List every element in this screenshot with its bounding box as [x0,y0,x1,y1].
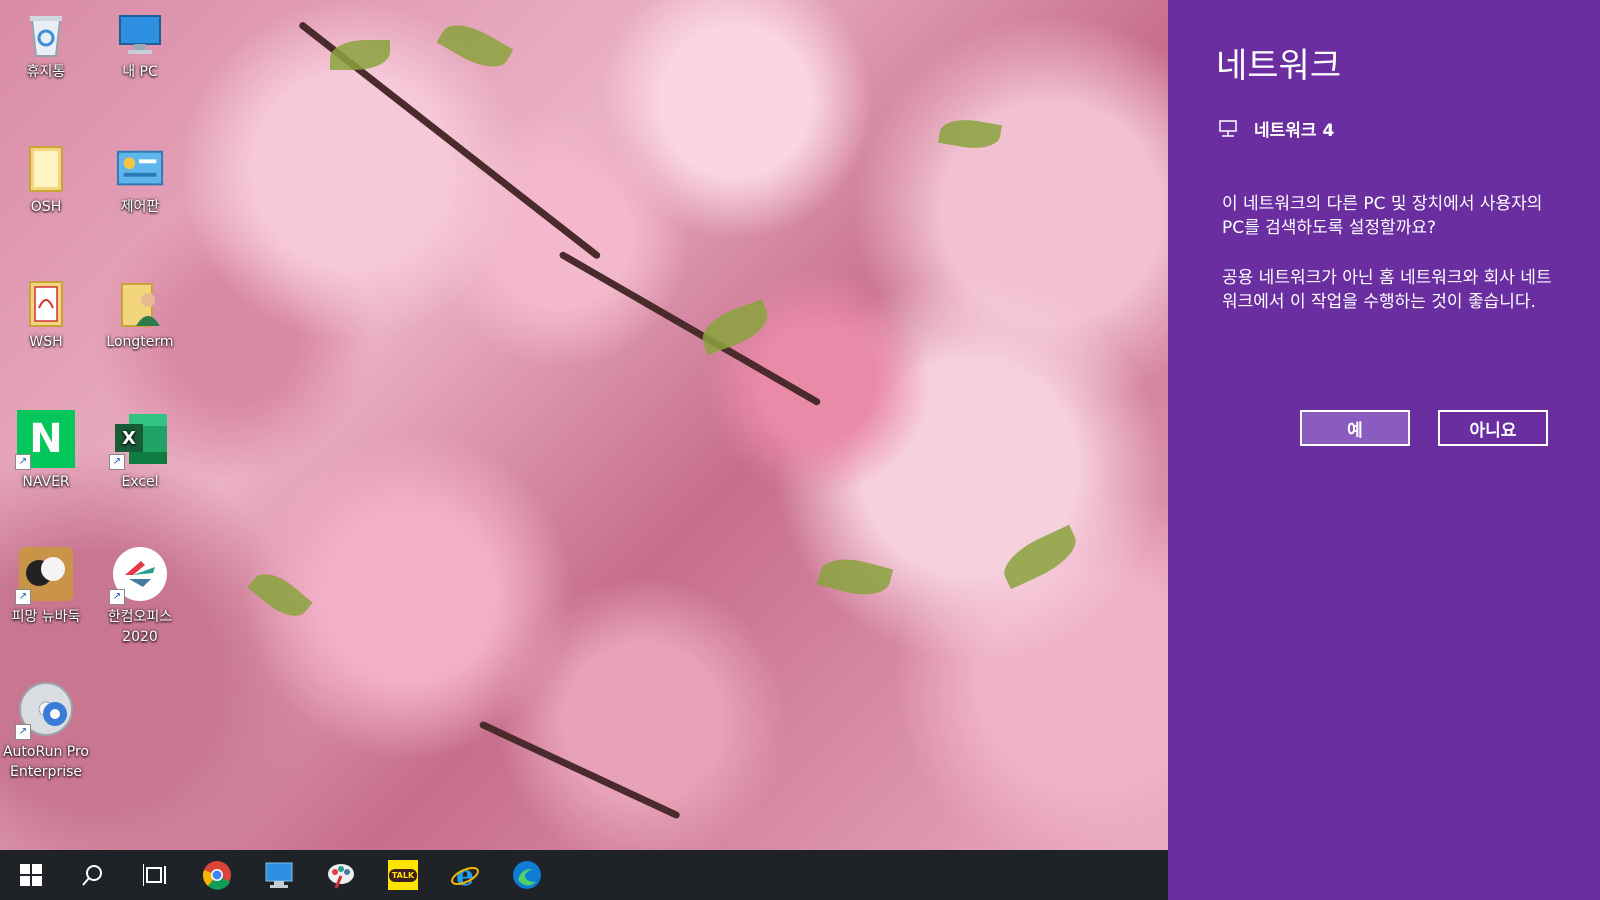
search-button[interactable] [62,850,124,900]
desktop-icon-label: OSH [30,199,62,215]
taskbar-internet-explorer[interactable]: e [434,850,496,900]
hancom-office-icon: ↗ [109,545,169,605]
yes-button[interactable]: 예 [1300,410,1410,446]
panel-title: 네트워크 [1216,46,1342,86]
desktop-icon-osh[interactable]: OSH [0,145,92,217]
desktop-icon-this-pc[interactable]: 내 PC [94,10,186,82]
shortcut-arrow-icon: ↗ [15,454,31,470]
chrome-icon [202,861,231,890]
wallpaper-leaf [996,524,1084,590]
baduk-icon: ↗ [15,545,75,605]
desktop-icon-label: Excel [121,474,159,490]
no-button[interactable]: 아니요 [1438,410,1548,446]
network-icon [1219,119,1237,137]
paint-icon [328,864,354,889]
desktop-icon-label: WSH [29,334,63,350]
network-row: 네트워크 4 [1218,116,1334,141]
shortcut-arrow-icon: ↗ [15,589,31,605]
desktop-icon-label: AutoRun Pro Enterprise [2,744,89,780]
this-pc-taskbar-icon [265,862,293,888]
wallpaper-leaf [816,551,894,603]
search-icon [82,865,102,886]
taskbar-paint[interactable] [310,850,372,900]
desktop-icon-baduk[interactable]: ↗ 피망 뉴바둑 [0,545,92,627]
desktop-icon-label: 피망 뉴바둑 [11,609,81,625]
autorun-icon: ↗ [15,680,75,740]
network-flyout-panel: 네트워크 네트워크 4 이 네트워크의 다른 PC 및 장치에서 사용자의 PC… [1168,0,1600,900]
desktop-icon-wsh[interactable]: WSH [0,280,92,352]
desktop-icon-label: 한컴오피스 2020 [107,609,173,645]
wallpaper-leaf [696,299,774,355]
naver-icon: N ↗ [15,410,75,470]
wallpaper-leaf [436,14,514,78]
wallpaper-leaf [330,40,390,70]
svg-text:e: e [456,860,474,890]
taskbar-edge[interactable] [496,850,558,900]
desktop-icon-label: NAVER [22,474,70,490]
wallpaper-leaf [247,564,313,626]
shortcut-arrow-icon: ↗ [15,724,31,740]
start-button[interactable] [0,850,62,900]
desktop-icon-label: Longterm [106,334,174,350]
desktop-icon-naver[interactable]: N ↗ NAVER [0,410,92,492]
desktop-icon-autorun[interactable]: ↗ AutoRun Pro Enterprise [0,680,92,782]
discovery-question: 이 네트워크의 다른 PC 및 장치에서 사용자의 PC를 검색하도록 설정할까… [1222,194,1543,238]
folder-icon [22,145,70,193]
recycle-bin-icon [22,10,70,58]
task-view-icon [143,864,166,886]
taskbar-this-pc[interactable] [248,850,310,900]
wallpaper-branch [558,250,822,407]
desktop-icon-longterm[interactable]: Longterm [94,280,186,352]
user-folder-icon [116,280,164,328]
edge-icon [513,861,541,889]
svg-text:X: X [122,428,136,449]
folder-icon [22,280,70,328]
this-pc-icon [116,10,164,58]
task-view-button[interactable] [124,850,186,900]
desktop-icon-recycle-bin[interactable]: 휴지통 [0,10,92,82]
shortcut-arrow-icon: ↗ [109,589,125,605]
taskbar: TALK e [0,850,1168,900]
control-panel-icon [116,145,164,193]
desktop-icon-label: 제어판 [120,199,160,215]
kakaotalk-label: TALK [388,868,418,882]
network-name: 네트워크 4 [1254,121,1335,141]
kakaotalk-icon: TALK [388,860,418,890]
desktop-icon-label: 휴지통 [26,64,66,80]
shortcut-arrow-icon: ↗ [109,454,125,470]
taskbar-kakaotalk[interactable]: TALK [372,850,434,900]
taskbar-chrome[interactable] [186,850,248,900]
internet-explorer-icon: e [451,860,479,890]
wallpaper-leaf [938,115,1002,153]
desktop-icon-hancom-office[interactable]: ↗ 한컴오피스 2020 [94,545,186,647]
discovery-advice: 공용 네트워크가 아닌 홈 네트워크와 회사 네트워크에서 이 작업을 수행하는… [1222,268,1552,312]
start-icon [20,864,42,886]
desktop-icon-label: 내 PC [122,64,158,80]
wallpaper-branch [478,720,681,820]
excel-icon: X ↗ [109,410,169,470]
desktop-icon-control-panel[interactable]: 제어판 [94,145,186,217]
desktop-icon-excel[interactable]: X ↗ Excel [94,410,186,492]
